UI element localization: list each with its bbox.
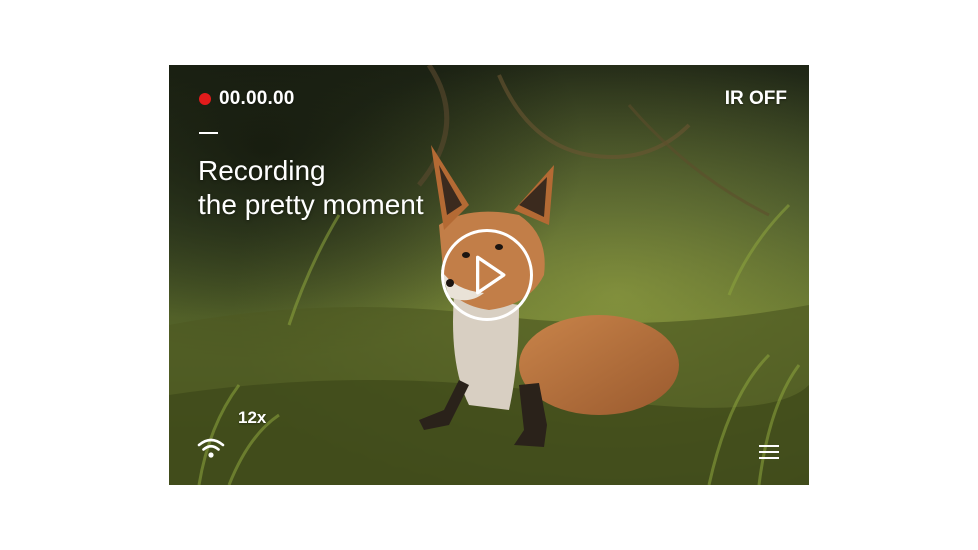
headline-line-1: Recording xyxy=(198,155,326,186)
menu-icon[interactable] xyxy=(759,445,779,459)
play-button[interactable] xyxy=(441,229,533,321)
headline: Recording the pretty moment xyxy=(198,154,424,222)
zoom-level: 12x xyxy=(238,408,267,427)
play-icon xyxy=(476,255,506,295)
timecode: 00.00.00 xyxy=(219,88,295,109)
record-dot-icon xyxy=(199,93,211,105)
wifi-icon[interactable] xyxy=(197,437,225,459)
headline-line-2: the pretty moment xyxy=(198,189,424,220)
recording-indicator: 00.00.00 xyxy=(199,88,295,110)
camera-viewer: 00.00.00 IR OFF Recording the pretty mom… xyxy=(169,65,809,485)
headline-divider xyxy=(199,132,218,134)
ir-status[interactable]: IR OFF xyxy=(725,88,787,110)
page: 00.00.00 IR OFF Recording the pretty mom… xyxy=(0,0,978,550)
